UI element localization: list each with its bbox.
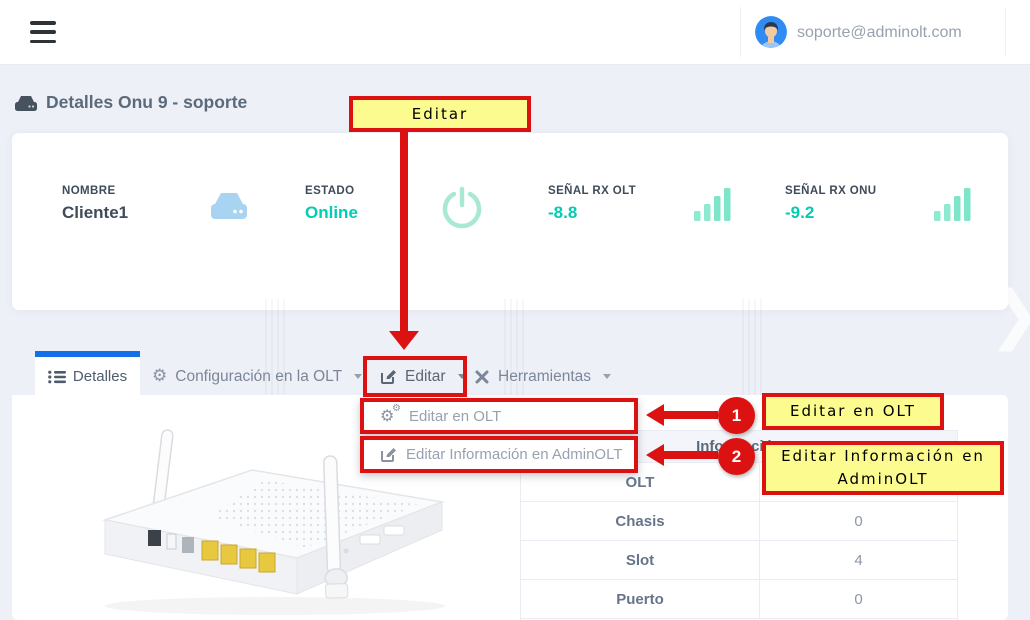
header-divider — [1005, 7, 1006, 57]
card-watermark — [742, 299, 766, 395]
row-label: Puerto — [521, 580, 759, 618]
hamburger-icon — [30, 21, 56, 25]
stat-label: SEÑAL RX OLT — [548, 185, 636, 197]
row-label: Chasis — [521, 502, 759, 540]
power-icon — [440, 185, 484, 229]
annotation-frame-editar-tab — [363, 356, 467, 397]
status-card: NOMBRE Cliente1 ESTADO Online SEÑAL RX O… — [12, 133, 1008, 310]
stat-senal-rx-onu: SEÑAL RX ONU -9.2 — [785, 185, 877, 223]
page-title-row: Detalles Onu 9 - soporte — [14, 92, 247, 113]
annotation-arrow-1 — [662, 411, 718, 419]
stat-nombre: NOMBRE Cliente1 — [62, 185, 128, 223]
onu-device-icon — [14, 94, 38, 112]
stat-label: NOMBRE — [62, 185, 128, 197]
stat-label: ESTADO — [305, 185, 358, 197]
list-icon — [48, 370, 66, 384]
annotation-arrow-2 — [662, 451, 718, 459]
row-value: 4 — [759, 541, 957, 579]
annotation-callout-editar-en-olt: Editar en OLT — [762, 393, 944, 430]
row-value: 0 — [759, 502, 957, 540]
dropdown-item-editar-en-olt[interactable]: ⚙ ⚙ Editar en OLT — [360, 398, 638, 434]
tab-label: Detalles — [73, 368, 127, 385]
annotation-marker-2: 2 — [718, 438, 755, 475]
signal-bars-icon — [692, 185, 734, 223]
row-label: Slot — [521, 541, 759, 579]
hamburger-menu-button[interactable] — [30, 21, 56, 43]
tab-label: Configuración en la OLT — [175, 368, 342, 386]
user-avatar[interactable] — [755, 16, 787, 48]
annotation-arrow-down — [400, 131, 408, 332]
stat-senal-rx-olt: SEÑAL RX OLT -8.8 — [548, 185, 636, 223]
dropdown-item-editar-informacion[interactable]: Editar Información en AdminOLT — [360, 436, 638, 473]
table-row: Chasis 0 — [521, 501, 957, 540]
tab-herramientas[interactable]: Herramientas — [474, 357, 611, 396]
menu-item-label: Editar Información en AdminOLT — [406, 446, 623, 463]
annotation-callout-editar: Editar — [349, 96, 531, 132]
menu-item-label: Editar en OLT — [409, 408, 501, 425]
signal-bars-icon — [932, 185, 974, 223]
table-row: Slot 4 — [521, 540, 957, 579]
row-value: 0 — [759, 580, 957, 618]
caret-down-icon — [354, 374, 362, 379]
stat-value: -8.8 — [548, 203, 636, 223]
stat-value: -9.2 — [785, 203, 877, 223]
annotation-marker-1: 1 — [718, 397, 755, 434]
edit-square-icon — [380, 446, 397, 463]
app-root: soporte@adminolt.com Detalles Onu 9 - so… — [0, 0, 1030, 620]
tab-detalles[interactable]: Detalles — [35, 357, 140, 396]
caret-down-icon — [603, 374, 611, 379]
stat-estado: ESTADO Online — [305, 185, 358, 223]
avatar-person-icon — [755, 16, 787, 48]
stat-label: SEÑAL RX ONU — [785, 185, 877, 197]
tools-icon — [474, 369, 490, 385]
gear-icon: ⚙ — [152, 368, 167, 385]
edge-decoration: ❯ — [988, 278, 1030, 352]
header-divider — [740, 7, 741, 57]
table-row: Puerto 0 — [521, 579, 957, 618]
top-header: soporte@adminolt.com — [0, 0, 1030, 65]
annotation-callout-editar-informacion: Editar Información en AdminOLT — [762, 441, 1004, 495]
router-icon — [208, 189, 250, 223]
cogs-icon: ⚙ ⚙ — [380, 408, 400, 425]
tab-configuracion-olt[interactable]: ⚙ Configuración en la OLT — [152, 357, 362, 396]
annotation-arrowhead-down — [389, 331, 419, 350]
page-title: Detalles Onu 9 - soporte — [46, 92, 247, 113]
user-email[interactable]: soporte@adminolt.com — [797, 24, 962, 42]
stat-value: Cliente1 — [62, 203, 128, 223]
tab-label: Herramientas — [498, 368, 591, 386]
stat-value-online: Online — [305, 203, 358, 223]
